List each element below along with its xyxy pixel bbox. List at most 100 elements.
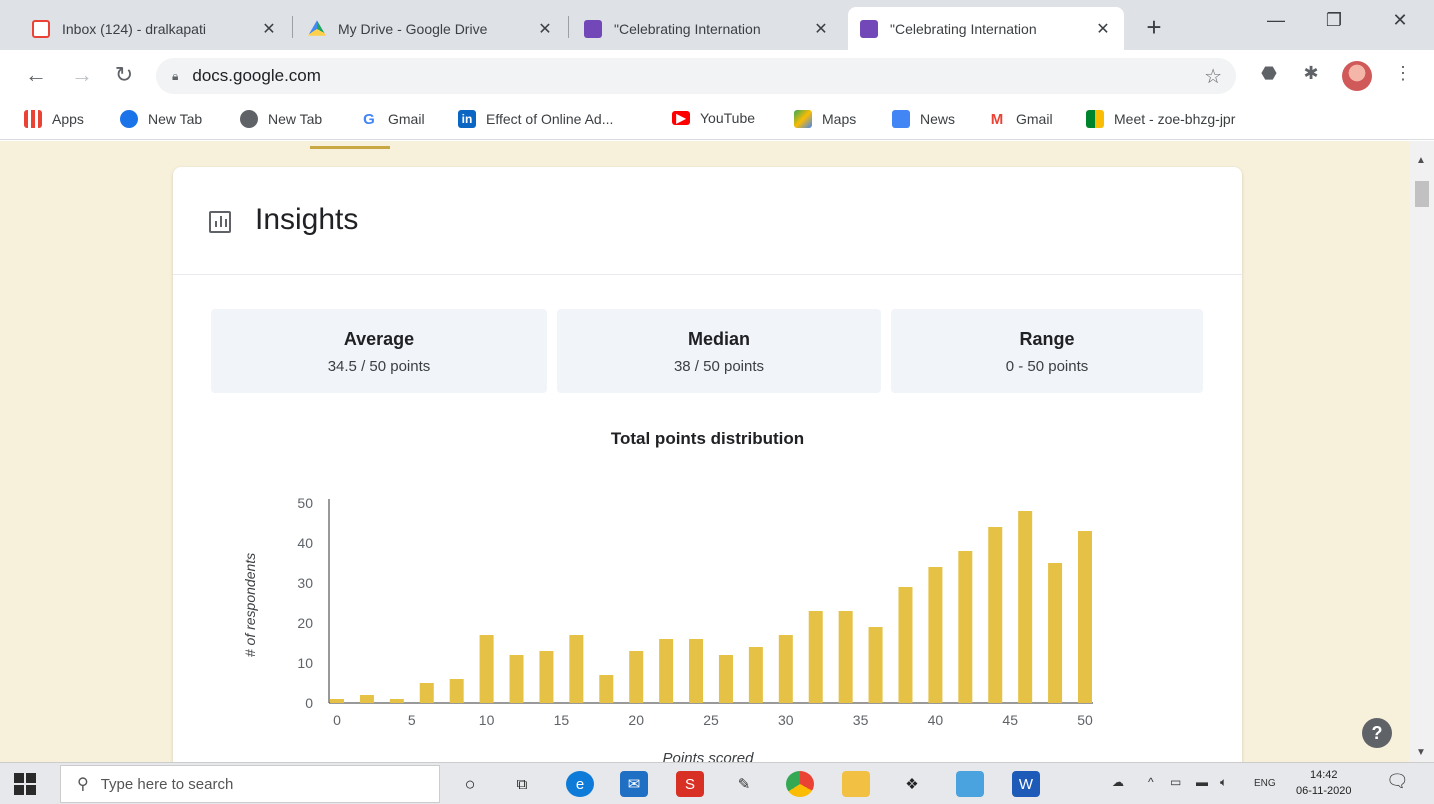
mail-icon[interactable]: ✉ — [620, 771, 648, 797]
cortana-icon[interactable]: ○ — [456, 771, 484, 797]
minimize-button[interactable]: — — [1256, 10, 1296, 31]
bookmark-effect-online-ad[interactable]: in Effect of Online Ad... — [458, 110, 613, 128]
bookmark-label: YouTube — [700, 110, 756, 126]
histogram-bar — [389, 699, 404, 703]
help-button[interactable]: ? — [1362, 718, 1392, 748]
histogram-bar — [359, 695, 374, 703]
close-icon[interactable]: ✕ — [1094, 19, 1112, 39]
bookmark-apps[interactable]: Apps — [24, 110, 84, 128]
onedrive-icon[interactable]: ☁ — [1112, 775, 1124, 789]
scanner-icon[interactable]: ✎ — [730, 771, 758, 797]
extensions-puzzle-icon[interactable]: ✱ — [1298, 63, 1324, 89]
bookmark-label: Gmail — [1016, 111, 1053, 127]
forward-button[interactable]: → — [68, 62, 96, 88]
extension-icon[interactable]: ⬣ — [1256, 63, 1282, 89]
vertical-scrollbar[interactable]: ▲ ▼ — [1410, 141, 1434, 762]
histogram-bar — [539, 651, 554, 703]
insights-title: Insights — [255, 203, 359, 236]
bookmark-meet[interactable]: Meet - zoe-bhzg-jpr — [1086, 110, 1235, 128]
x-tick-label: 10 — [479, 712, 495, 728]
histogram-bar — [1078, 531, 1092, 703]
address-url: docs.google.com — [192, 66, 321, 85]
tab-title: "Celebrating Internation — [890, 20, 1037, 37]
word-icon[interactable]: W — [1012, 771, 1040, 797]
youtube-icon: ▶ — [672, 111, 690, 125]
bookmark-news[interactable]: News — [892, 110, 955, 128]
clock-date: 06-11-2020 — [1296, 785, 1352, 797]
bookmark-new-tab[interactable]: New Tab — [120, 110, 202, 128]
browser-tab-gmail[interactable]: Inbox (124) - dralkapati ✕ — [20, 7, 290, 50]
globe-icon — [240, 110, 258, 128]
language-indicator[interactable]: ENG — [1254, 778, 1276, 789]
histogram-bar — [689, 639, 704, 703]
browser-menu-icon[interactable]: ⋮ — [1390, 63, 1416, 89]
bookmark-label: Gmail — [388, 111, 425, 127]
scrollbar-thumb[interactable] — [1415, 181, 1429, 207]
insights-card: Insights Average 34.5 / 50 points Median… — [173, 167, 1242, 762]
gmail-icon — [32, 19, 50, 38]
browser-tab-drive[interactable]: My Drive - Google Drive ✕ — [296, 7, 566, 50]
battery-icon[interactable]: ▬ — [1196, 775, 1208, 789]
google-drive-icon — [308, 20, 326, 36]
new-tab-button[interactable]: + — [1140, 12, 1168, 43]
bookmark-gmail[interactable]: G Gmail — [360, 110, 425, 128]
points-distribution-chart: 0 10 20 30 40 50 0 5 10 15 20 25 30 35 40 45 50 # of re… — [242, 495, 1093, 762]
dropbox-icon[interactable]: ❖ — [898, 771, 926, 797]
close-icon[interactable]: ✕ — [536, 19, 554, 39]
browser-tab-forms[interactable]: "Celebrating Internation ✕ — [572, 7, 842, 50]
scroll-up-arrow-icon[interactable]: ▲ — [1416, 155, 1426, 166]
bookmark-label: News — [920, 111, 956, 127]
tab-title: My Drive - Google Drive — [338, 20, 488, 37]
chrome-icon[interactable] — [786, 771, 814, 797]
y-tick-label: 20 — [297, 615, 313, 631]
x-tick-label: 45 — [1002, 712, 1018, 728]
google-forms-icon — [860, 19, 878, 38]
bookmark-label: Apps — [52, 111, 84, 127]
bookmark-gmail-2[interactable]: M Gmail — [988, 110, 1053, 128]
histogram-bar — [509, 655, 524, 703]
bookmark-youtube[interactable]: ▶ YouTube — [672, 110, 755, 126]
restore-button[interactable]: ❐ — [1314, 10, 1354, 31]
volume-icon[interactable]: 🔈︎ — [1220, 775, 1227, 790]
network-icon[interactable]: ▭ — [1170, 775, 1181, 789]
close-icon[interactable]: ✕ — [260, 19, 278, 39]
stat-label: Median — [687, 329, 750, 349]
taskbar-search-box[interactable]: ⚲ Type here to search — [60, 765, 440, 803]
stat-median: Median 38 / 50 points — [557, 309, 881, 393]
address-bar[interactable]: 🔒︎ docs.google.com ☆ — [156, 58, 1236, 94]
task-view-icon[interactable]: ⧉ — [508, 771, 536, 797]
x-tick-label: 40 — [928, 712, 944, 728]
windows-start-icon[interactable] — [14, 773, 36, 795]
window-close-button[interactable]: ✕ — [1380, 10, 1420, 31]
histogram-bar — [1018, 511, 1033, 703]
histogram-bar — [958, 551, 973, 703]
bookmark-new-tab-2[interactable]: New Tab — [240, 110, 322, 128]
bookmark-maps[interactable]: Maps — [794, 110, 856, 128]
search-placeholder: Type here to search — [100, 775, 234, 793]
close-icon[interactable]: ✕ — [812, 19, 830, 39]
x-tick-label: 5 — [408, 712, 416, 728]
acrobat-icon[interactable]: S — [676, 771, 704, 797]
y-tick-label: 40 — [297, 535, 313, 551]
back-button[interactable]: ← — [22, 62, 50, 88]
histogram-bar — [838, 611, 853, 703]
apps-grid-icon — [24, 110, 42, 128]
page-content: Insights Average 34.5 / 50 points Median… — [0, 141, 1410, 762]
google-forms-icon — [584, 19, 602, 38]
browser-tab-forms-active[interactable]: "Celebrating Internation ✕ — [848, 7, 1124, 50]
linkedin-icon: in — [458, 110, 476, 128]
bookmark-star-icon[interactable]: ☆ — [1204, 64, 1222, 89]
profile-avatar[interactable] — [1342, 61, 1372, 91]
app-icon[interactable] — [956, 771, 984, 797]
bookmarks-bar: Apps New Tab New Tab G Gmail in Effect o… — [0, 102, 1434, 140]
histogram-bar — [419, 683, 434, 703]
scroll-down-arrow-icon[interactable]: ▼ — [1416, 747, 1426, 758]
edge-browser-icon[interactable]: e — [566, 771, 594, 797]
reload-button[interactable]: ↻ — [110, 62, 138, 88]
system-clock[interactable]: 14:42 06-11-2020 — [1296, 767, 1351, 799]
histogram-bar — [599, 675, 614, 703]
y-tick-label: 30 — [297, 575, 313, 591]
notifications-icon[interactable]: 🗨︎ — [1386, 771, 1409, 792]
file-explorer-icon[interactable] — [842, 771, 870, 797]
show-hidden-icons-chevron-icon[interactable]: ^ — [1148, 775, 1154, 789]
